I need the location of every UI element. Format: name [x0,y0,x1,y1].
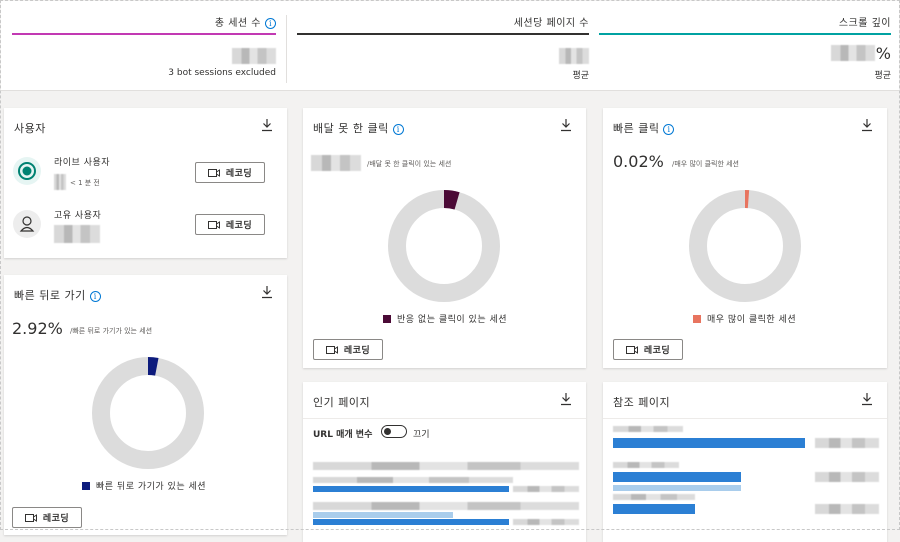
quick-backs-title: 빠른 뒤로 가기 i [14,287,101,303]
referrers-title: 참조 페이지 [613,396,671,409]
popular-page-bar [313,486,509,492]
download-icon[interactable] [861,392,873,406]
users-card-title: 사용자 [14,122,46,135]
list-item[interactable] [313,502,579,510]
referrers-card: 참조 페이지 [603,382,887,542]
popular-pages-card: 인기 페이지 URL 매개 변수 끄기 [303,382,586,542]
list-item[interactable] [513,486,579,492]
legend-swatch [82,481,90,490]
url-param-label: URL 매개 변수 [313,430,373,440]
divider [286,15,287,83]
metric-pages-per-session: 세션당 페이지 수 평균 [297,1,589,89]
metric-pages-per-session-sub: 평균 [572,71,589,81]
donut-track [92,357,204,469]
live-users-label: 라이브 사용자 [54,158,111,168]
dead-clicks-percent-label: /배달 못 한 클릭이 있는 세션 [367,160,452,168]
video-camera-icon [325,345,338,354]
info-icon[interactable]: i [392,123,404,135]
metric-pages-per-session-value [559,45,589,64]
dead-clicks-card: 배달 못 한 클릭 i /배달 못 한 클릭이 있는 세션 반응 없는 클릭이 있… [303,108,586,368]
popular-page-bar [313,519,509,525]
live-user-icon [13,157,41,185]
live-users-time: < 1 분 전 [70,179,100,187]
list-item[interactable] [313,477,513,483]
metric-pages-per-session-title: 세션당 페이지 수 [513,18,589,29]
info-icon[interactable]: i [89,290,101,302]
referrer-bar [613,485,741,491]
metric-total-sessions-sub: 3 bot sessions excluded [168,68,276,78]
divider [303,418,586,419]
metric-scroll-depth-title: 스크롤 깊이 [838,18,891,29]
download-icon[interactable] [560,392,572,406]
donut-track [689,190,801,302]
rage-clicks-legend: 매우 많이 클릭한 세션 [693,312,796,325]
metric-total-sessions-underline [12,33,276,35]
popular-page-bar [313,512,453,518]
metric-total-sessions-value [232,45,276,64]
legend-swatch [383,314,391,323]
rage-clicks-record-button[interactable]: 레코딩 [613,339,683,360]
rage-clicks-card: 빠른 클릭 i 0.02% /매우 많이 클릭한 세션 매우 많이 클릭한 세션 … [603,108,887,368]
metric-total-sessions-title: 총 세션 수i [215,14,276,29]
users-card: 사용자 라이브 사용자 < 1 분 전 레코딩 고유 사용자 레코딩 [4,108,287,258]
video-camera-icon [207,220,220,229]
download-icon[interactable] [261,118,273,132]
metrics-strip: 총 세션 수i 3 bot sessions excluded 세션당 페이지 … [1,1,899,91]
live-users-value [54,171,66,190]
list-item[interactable] [613,462,679,468]
metric-total-sessions: 총 세션 수i 3 bot sessions excluded [12,1,276,89]
list-item[interactable] [513,519,579,525]
quick-backs-record-button[interactable]: 레코딩 [12,507,82,528]
metric-scroll-depth-value: % [830,43,891,63]
unique-users-label: 고유 사용자 [54,211,102,221]
unique-user-icon [13,210,41,238]
list-item[interactable] [815,504,879,514]
quick-backs-card: 빠른 뒤로 가기 i 2.92% /빠른 뒤로 가기가 있는 세션 빠른 뒤로 가… [4,275,287,535]
dead-clicks-record-button[interactable]: 레코딩 [313,339,383,360]
quick-backs-legend: 빠른 뒤로 가기가 있는 세션 [82,479,206,492]
info-icon[interactable]: i [265,17,276,29]
referrer-bar [613,472,741,482]
metric-pages-per-session-underline [297,33,589,35]
video-camera-icon [24,513,37,522]
legend-swatch [693,314,701,323]
toggle-knob [384,428,391,435]
info-icon[interactable]: i [663,123,675,135]
video-camera-icon [625,345,638,354]
quick-backs-percent: 2.92% [12,319,63,338]
rage-clicks-donut [689,190,801,302]
metric-scroll-depth-underline [599,33,891,35]
donut-track [388,190,500,302]
download-icon[interactable] [261,285,273,299]
metric-scroll-depth-sub: 평균 [874,71,891,81]
live-users-record-button[interactable]: 레코딩 [195,162,265,183]
download-icon[interactable] [560,118,572,132]
list-item[interactable] [313,462,579,470]
list-item[interactable] [613,426,683,432]
quick-backs-donut [92,357,204,469]
url-param-toggle-state: 끄기 [413,430,430,440]
divider [603,418,887,419]
rage-clicks-title: 빠른 클릭 i [613,120,675,136]
video-camera-icon [207,168,220,177]
quick-backs-percent-label: /빠른 뒤로 가기가 있는 세션 [70,327,153,335]
dead-clicks-percent [311,152,361,171]
popular-pages-title: 인기 페이지 [313,396,371,409]
url-param-toggle[interactable] [381,425,407,438]
rage-clicks-percent: 0.02% [613,152,664,171]
referrer-bar [613,504,695,514]
list-item[interactable] [815,472,879,482]
metric-scroll-depth: 스크롤 깊이 % 평균 [599,1,891,89]
dead-clicks-title: 배달 못 한 클릭 i [313,120,404,136]
unique-users-record-button[interactable]: 레코딩 [195,214,265,235]
referrer-bar [613,438,805,448]
rage-clicks-percent-label: /매우 많이 클릭한 세션 [672,160,739,168]
dead-clicks-legend: 반응 없는 클릭이 있는 세션 [383,312,507,325]
dead-clicks-donut [388,190,500,302]
unique-users-value [54,223,100,243]
list-item[interactable] [815,438,879,448]
metric-scroll-depth-unit: % [875,43,891,63]
download-icon[interactable] [861,118,873,132]
list-item[interactable] [613,494,695,500]
